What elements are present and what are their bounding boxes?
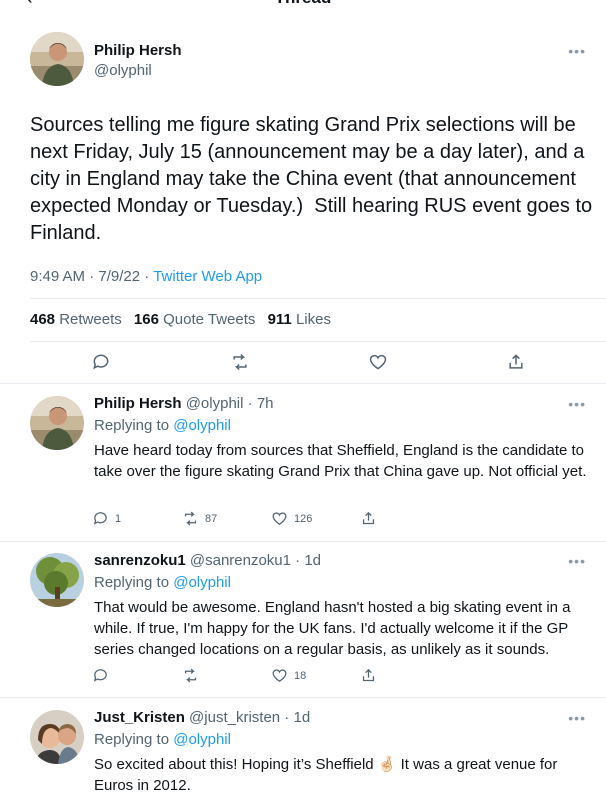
retweet-button[interactable] [230, 352, 250, 372]
author-name[interactable]: Philip Hersh [94, 395, 182, 412]
avatar[interactable] [30, 396, 84, 450]
tweet-text: That would be awesome. England hasn't ho… [94, 599, 571, 658]
share-button[interactable] [360, 510, 377, 527]
retweets-stat[interactable]: 468 Retweets [30, 311, 122, 328]
tweet-text: Have heard today from sources that Sheff… [94, 442, 587, 480]
mention-link[interactable]: @olyphil [173, 574, 231, 591]
share-button[interactable] [360, 667, 377, 684]
like-button[interactable]: 18 [271, 667, 306, 684]
share-icon [362, 511, 375, 525]
retweet-icon [233, 353, 247, 371]
like-icon [369, 354, 387, 370]
likes-stat[interactable]: 911 Likes [268, 311, 331, 328]
reply-icon [93, 669, 107, 682]
tweet-stats: 468 Retweets 166 Quote Tweets 911 Likes [30, 311, 331, 328]
share-icon [509, 354, 523, 369]
reply-action-bar: 1 87 126 [0, 510, 606, 528]
more-icon[interactable]: ••• [568, 44, 586, 58]
more-icon[interactable]: ••• [568, 711, 586, 725]
reply-header: sanrenzoku1 @sanrenzoku1 · 1d [94, 552, 322, 569]
author-name[interactable]: Just_Kristen [94, 709, 185, 726]
share-icon [362, 668, 375, 682]
retweet-count: 87 [205, 512, 218, 525]
reply-action-bar: 18 [0, 667, 606, 685]
replying-to: Replying to @olyphil [94, 574, 231, 591]
author-name[interactable]: Philip Hersh [94, 42, 182, 59]
retweet-button[interactable]: 87 [182, 510, 217, 527]
author-handle[interactable]: @sanrenzoku1 [190, 552, 291, 569]
tweet-text: So excited about this! Hoping it’s Sheff… [94, 756, 558, 794]
retweet-icon [184, 511, 197, 526]
tweet-age: 1d [293, 709, 311, 726]
reply-icon [93, 512, 107, 525]
avatar[interactable] [30, 32, 84, 86]
author-name[interactable]: sanrenzoku1 [94, 552, 186, 569]
retweet-button[interactable] [182, 667, 199, 684]
tweet-source-link[interactable]: Twitter Web App [153, 268, 262, 285]
reply-count: 1 [115, 512, 122, 525]
reply-header: Philip Hersh @olyphil · 7h [94, 395, 274, 412]
reply-button[interactable]: 1 [92, 510, 121, 527]
reply-icon [93, 354, 109, 370]
tweet-age: 1d [304, 552, 322, 569]
like-button[interactable] [368, 352, 388, 372]
like-button[interactable]: 126 [271, 510, 312, 527]
avatar[interactable] [30, 710, 84, 764]
tweet-age: 7h [256, 395, 274, 412]
separator: · [144, 268, 154, 285]
tweet-date: 7/9/22 [98, 268, 141, 285]
more-icon[interactable]: ••• [568, 554, 586, 568]
mention-link[interactable]: @olyphil [173, 731, 231, 748]
tweet-text: Sources telling me figure skating Grand … [30, 114, 598, 244]
share-button[interactable] [506, 352, 526, 372]
like-count: 18 [294, 669, 307, 682]
tweet-time: 9:49 AM [30, 268, 86, 285]
mention-link[interactable]: @olyphil [173, 417, 231, 434]
author-handle[interactable]: @olyphil [186, 395, 244, 412]
like-icon [272, 512, 287, 525]
avatar[interactable] [30, 553, 84, 607]
page-title: Thread [0, 0, 606, 8]
author-handle[interactable]: @olyphil [94, 62, 152, 79]
divider [30, 298, 606, 299]
divider [0, 383, 606, 384]
author-handle[interactable]: @just_kristen [189, 709, 280, 726]
main-action-bar [0, 352, 606, 374]
reply-header: Just_Kristen @just_kristen · 1d [94, 709, 311, 726]
top-bar: ‹ Thread [0, 0, 606, 10]
divider [30, 341, 606, 342]
replying-to: Replying to @olyphil [94, 731, 231, 748]
reply-button[interactable] [91, 352, 111, 372]
divider [0, 697, 606, 698]
like-icon [272, 669, 287, 682]
reply-button[interactable] [92, 667, 109, 684]
more-icon[interactable]: ••• [568, 397, 586, 411]
replying-to: Replying to @olyphil [94, 417, 231, 434]
quote-tweets-stat[interactable]: 166 Quote Tweets [134, 311, 255, 328]
like-count: 126 [294, 512, 313, 525]
divider [0, 541, 606, 542]
tweet-meta: 9:49 AM · 7/9/22 · Twitter Web App [30, 268, 262, 285]
retweet-icon [184, 668, 197, 683]
separator: · [89, 268, 99, 285]
